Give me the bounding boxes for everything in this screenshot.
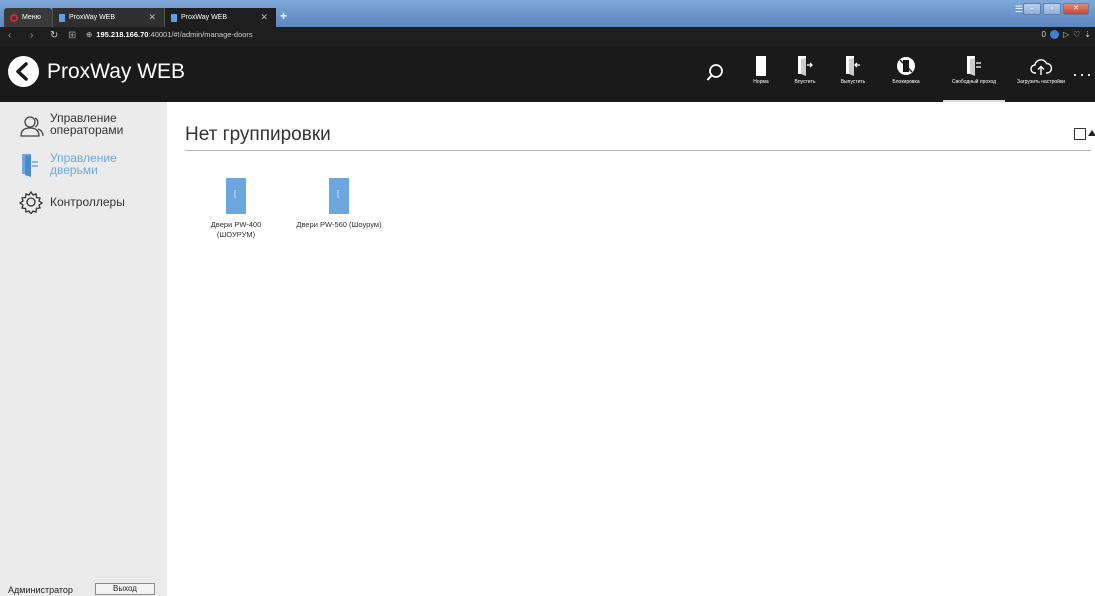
door-icon: [ bbox=[329, 178, 349, 214]
back-logo-icon[interactable] bbox=[8, 56, 39, 87]
logout-button[interactable]: Выход bbox=[95, 583, 155, 595]
close-window-button[interactable]: ✕ bbox=[1063, 3, 1089, 15]
tab-favicon-icon bbox=[59, 13, 65, 22]
send-icon[interactable]: ▷ bbox=[1063, 30, 1069, 39]
browser-tab-1[interactable]: ProxWay WEB ✕ bbox=[52, 8, 164, 27]
maximize-button[interactable]: ▫ bbox=[1043, 3, 1061, 15]
door-card[interactable]: [ Двери PW-400 (ШОУРУМ) bbox=[191, 178, 281, 240]
tab-title: ProxWay WEB bbox=[181, 14, 228, 21]
browser-menu-button[interactable]: Меню bbox=[4, 8, 52, 27]
mode-exit-label: Выпустить bbox=[840, 79, 866, 85]
tab-close-icon[interactable]: ✕ bbox=[148, 12, 156, 23]
sidebar-footer: Администратор Выход bbox=[0, 583, 167, 596]
door-icon: [ bbox=[226, 178, 246, 214]
app-header: ProxWay WEB Норма Впустить Выпустить Бло… bbox=[0, 46, 1095, 102]
reload-icon[interactable]: ↻ bbox=[50, 30, 58, 41]
sidebar: Управление операторами Управление дверьм… bbox=[0, 102, 167, 596]
door-enter-icon bbox=[798, 56, 813, 76]
tab-title: ProxWay WEB bbox=[69, 14, 116, 21]
door-closed-icon bbox=[756, 56, 766, 76]
door-card[interactable]: [ Двери PW-560 (Шоурум) bbox=[294, 178, 384, 230]
door-label: Двери PW-400 (ШОУРУМ) bbox=[210, 220, 262, 239]
opera-logo-icon bbox=[10, 13, 18, 22]
speed-dial-icon[interactable]: ⊞ bbox=[68, 30, 76, 41]
browser-tab-2[interactable]: ProxWay WEB ✕ bbox=[164, 8, 276, 27]
mode-free-pass-button[interactable]: Свободный проход bbox=[943, 54, 1005, 102]
select-all-checkbox[interactable] bbox=[1074, 128, 1086, 140]
upload-settings-button[interactable]: Загрузить настройки bbox=[1013, 54, 1069, 85]
back-icon[interactable]: ‹ bbox=[8, 30, 11, 41]
tab-close-icon[interactable]: ✕ bbox=[260, 12, 268, 23]
upload-settings-label: Загрузить настройки bbox=[1017, 79, 1065, 85]
address-bar-actions: 0 ▷ ♡ ⇣ bbox=[1042, 30, 1091, 39]
heart-icon[interactable]: ♡ bbox=[1073, 30, 1080, 39]
mode-block-button[interactable]: Блокировка bbox=[878, 54, 934, 85]
search-icon[interactable] bbox=[706, 63, 724, 88]
address-bar: ‹ › ↻ ⊞ ⊕ 195.218.166.70:40001/#!/admin/… bbox=[0, 27, 1095, 46]
operators-icon bbox=[20, 116, 44, 137]
current-user-label: Администратор bbox=[8, 585, 73, 595]
door-open-icon bbox=[967, 56, 981, 76]
collapse-arrow-icon[interactable] bbox=[1088, 130, 1095, 136]
mode-free-pass-label: Свободный проход bbox=[951, 79, 997, 85]
door-exit-icon bbox=[846, 56, 860, 76]
browser-titlebar: Меню ProxWay WEB ✕ ProxWay WEB ✕ + ☰ ‒ ▫… bbox=[0, 0, 1095, 27]
gear-icon bbox=[19, 190, 43, 214]
app-title: ProxWay WEB bbox=[47, 60, 186, 83]
browser-menu-label: Меню bbox=[22, 14, 41, 21]
url-path: :40001/#!/admin/manage-doors bbox=[148, 30, 253, 39]
forward-icon[interactable]: › bbox=[30, 30, 33, 41]
window-controls: ‒ ▫ ✕ bbox=[1023, 3, 1089, 15]
door-icon bbox=[22, 154, 38, 177]
download-icon[interactable]: ⇣ bbox=[1084, 30, 1091, 39]
sidebar-item-label: Контроллеры bbox=[50, 195, 125, 209]
globe-icon: ⊕ bbox=[86, 30, 93, 39]
mode-exit-button[interactable]: Выпустить bbox=[825, 54, 881, 85]
door-label: Двери PW-560 (Шоурум) bbox=[296, 220, 382, 229]
more-menu-icon[interactable]: ··· bbox=[1072, 64, 1093, 85]
vpn-icon[interactable] bbox=[1049, 30, 1059, 39]
tab-menu-icon[interactable]: ☰ bbox=[1015, 4, 1023, 15]
sidebar-item-label: Управление операторами bbox=[50, 111, 124, 137]
mode-block-label: Блокировка bbox=[892, 79, 920, 85]
vpn-count: 0 bbox=[1041, 30, 1046, 39]
group-divider bbox=[185, 150, 1091, 151]
sidebar-item-label: Управление дверьми bbox=[50, 151, 117, 177]
cloud-upload-icon bbox=[1030, 59, 1052, 75]
tab-favicon-icon bbox=[171, 13, 177, 22]
sidebar-item-controllers[interactable]: Контроллеры bbox=[0, 190, 167, 216]
url-host: 195.218.166.70 bbox=[96, 30, 149, 39]
minimize-button[interactable]: ‒ bbox=[1023, 3, 1041, 15]
url-field[interactable]: ⊕ 195.218.166.70:40001/#!/admin/manage-d… bbox=[86, 30, 253, 39]
door-block-icon bbox=[897, 57, 915, 75]
sidebar-item-doors[interactable]: Управление дверьми bbox=[0, 150, 167, 180]
group-title: Нет группировки bbox=[185, 124, 331, 145]
sidebar-item-operators[interactable]: Управление операторами bbox=[0, 112, 167, 144]
new-tab-button[interactable]: + bbox=[280, 9, 287, 23]
